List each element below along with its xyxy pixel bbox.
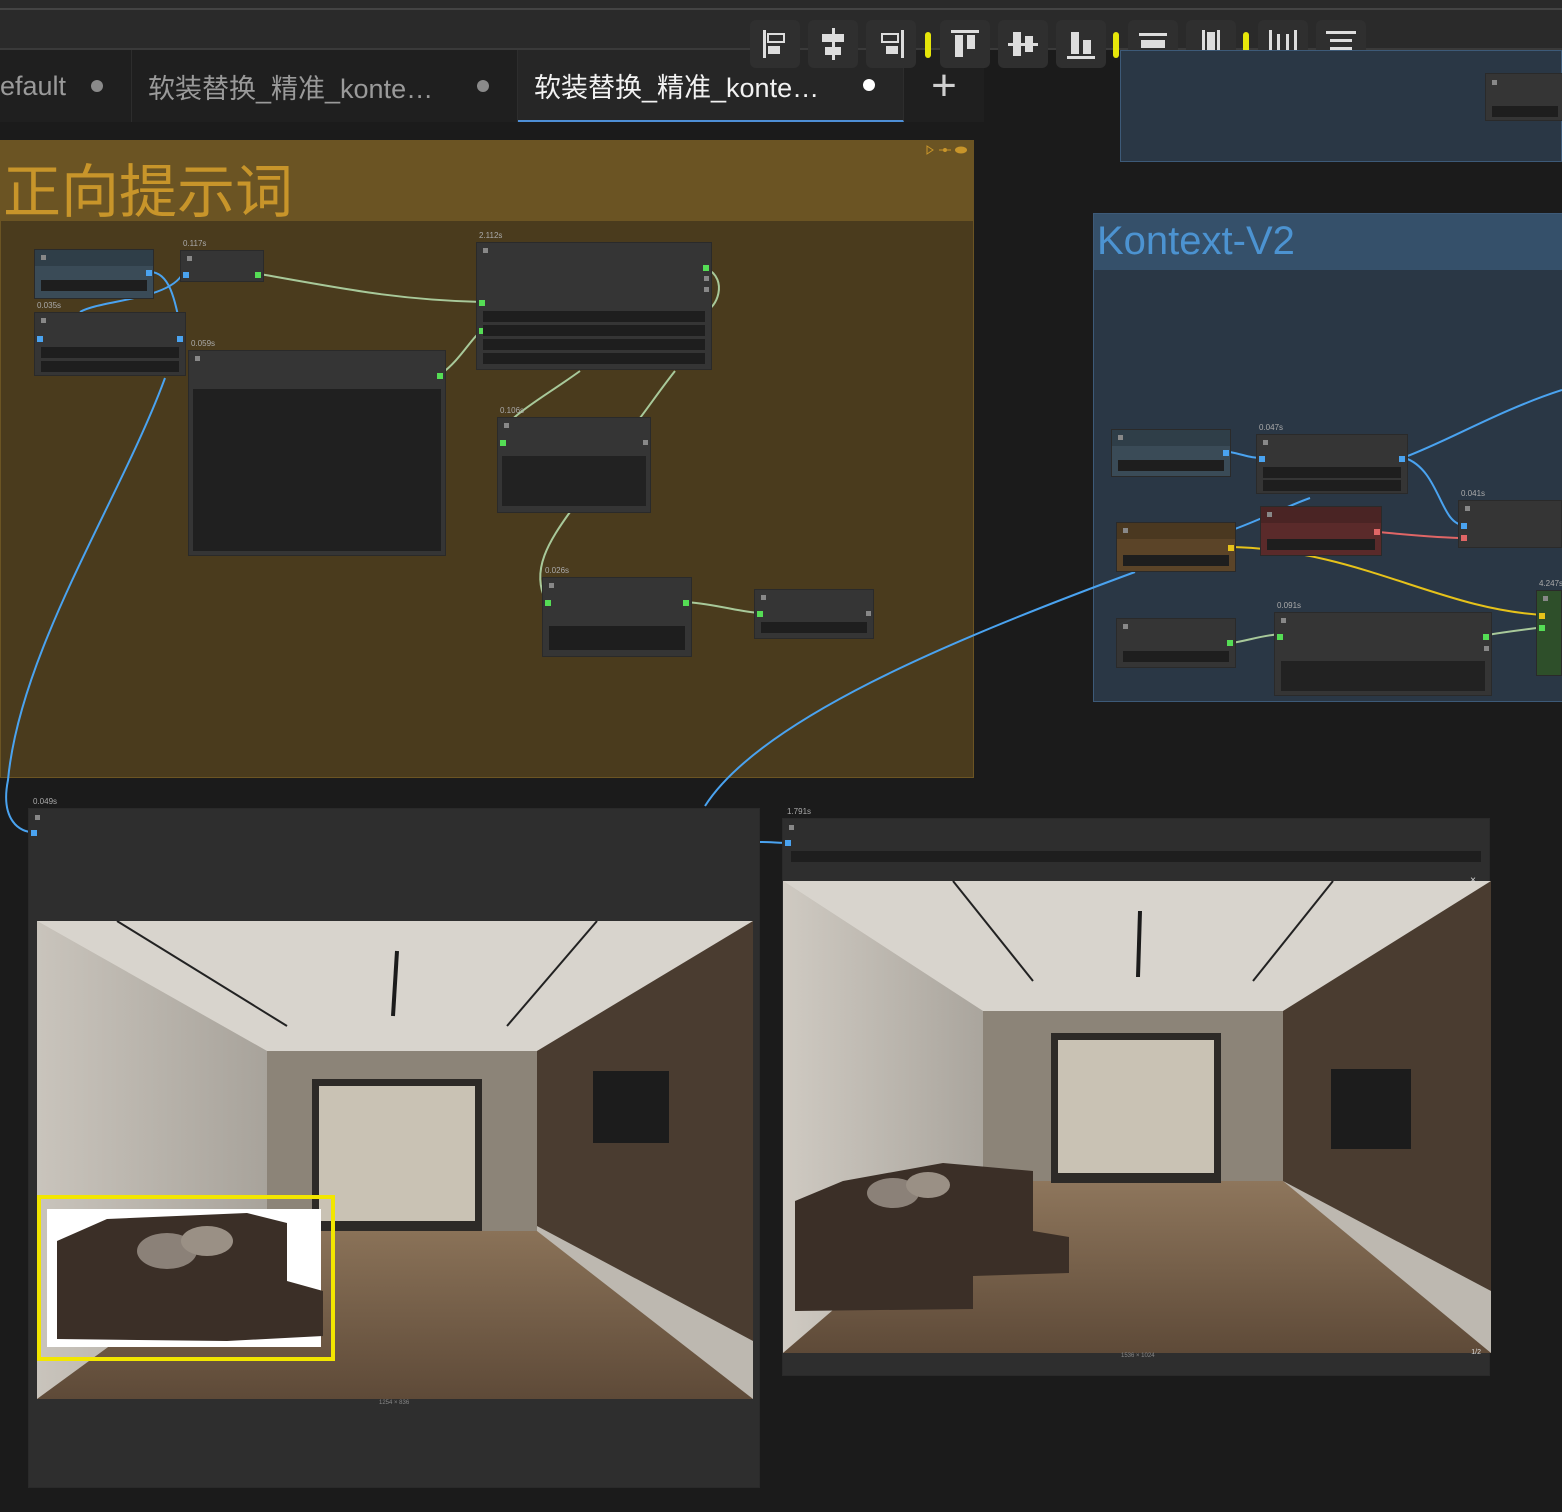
interior-image-result[interactable]: [783, 881, 1491, 1353]
image-size-caption: 1254 × 836: [379, 1400, 410, 1406]
align-center-h-icon[interactable]: [808, 20, 858, 68]
node-load-image[interactable]: 0.049s 1254 × 836: [28, 797, 760, 1488]
node-loader[interactable]: [34, 249, 154, 299]
align-top-icon[interactable]: [940, 20, 990, 68]
node-image-load[interactable]: [1116, 618, 1236, 668]
node-kontext-b[interactable]: 0.041s: [1458, 489, 1562, 548]
node-vae[interactable]: [1116, 522, 1236, 572]
node-text-encode[interactable]: 0.035s: [34, 301, 186, 376]
toolbar-separator: [925, 32, 931, 58]
align-bottom-icon[interactable]: [1056, 20, 1106, 68]
node-string-a[interactable]: 0.106s: [497, 406, 651, 513]
group-header[interactable]: Kontext-V2: [1094, 214, 1562, 270]
unsaved-dot-icon: [863, 79, 875, 91]
image-size-caption: 1536 × 1024: [1121, 1353, 1155, 1359]
node-small-a[interactable]: 0.117s: [180, 239, 264, 282]
node-string-b[interactable]: 0.026s: [542, 566, 692, 657]
node-output[interactable]: [754, 589, 874, 639]
node-preview-image[interactable]: 1.791s × 1536 × 1024 1/2: [782, 807, 1491, 1376]
node-model-loader[interactable]: [1111, 429, 1231, 477]
toolbar-separator: [1113, 32, 1119, 58]
unsaved-dot-icon: [91, 80, 103, 92]
close-preview-button[interactable]: ×: [1467, 875, 1479, 887]
image-pager[interactable]: 1/2: [1471, 1349, 1481, 1356]
group-title: 正向提示词: [3, 158, 294, 226]
node-sampler[interactable]: 4.247s: [1536, 579, 1562, 676]
interior-image-source[interactable]: [37, 921, 753, 1399]
node-preview-text[interactable]: 0.059s: [188, 339, 446, 556]
group-controls-icon[interactable]: [925, 145, 969, 155]
node-partial[interactable]: [1485, 73, 1562, 121]
group-partial-top-right[interactable]: [1120, 50, 1562, 162]
group-header[interactable]: 正向提示词: [1, 141, 973, 226]
align-right-icon[interactable]: [866, 20, 916, 68]
node-llm[interactable]: 2.112s: [476, 231, 712, 370]
node-kontext-a[interactable]: 0.047s: [1256, 423, 1408, 494]
node-clip[interactable]: [1260, 506, 1382, 556]
group-title: Kontext-V2: [1097, 219, 1295, 263]
node-scale[interactable]: 0.091s: [1274, 601, 1492, 696]
unsaved-dot-icon: [477, 80, 489, 92]
align-left-icon[interactable]: [750, 20, 800, 68]
align-middle-v-icon[interactable]: [998, 20, 1048, 68]
